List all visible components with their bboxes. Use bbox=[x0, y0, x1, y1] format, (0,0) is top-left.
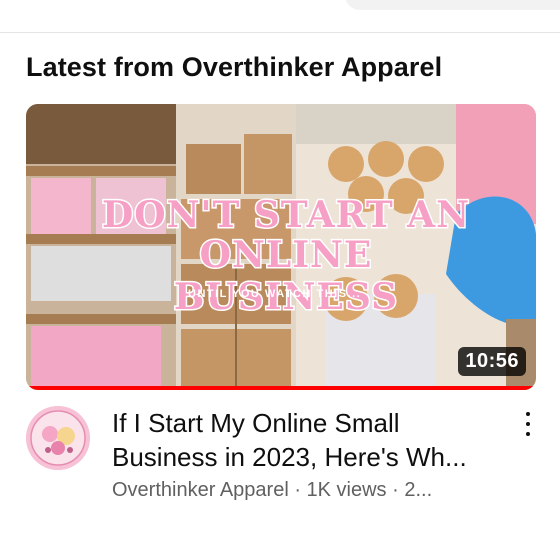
video-title-line1: If I Start My Online Small bbox=[112, 408, 400, 438]
video-thumbnail[interactable]: DON'T START AN ONLINE BUSINESS UNTIL YOU… bbox=[26, 104, 536, 390]
watch-progress-bar bbox=[26, 386, 536, 390]
more-dot bbox=[526, 422, 530, 426]
more-dot bbox=[526, 412, 530, 416]
thumbnail-headline-line1: DON'T START AN bbox=[100, 193, 471, 238]
section-title: Latest from Overthinker Apparel bbox=[26, 52, 443, 82]
more-vert-icon[interactable] bbox=[520, 412, 536, 436]
video-meta: Overthinker Apparel · 1K views · 2... bbox=[112, 479, 433, 501]
channel-avatar[interactable] bbox=[26, 406, 90, 470]
duration-badge: 10:56 bbox=[458, 347, 526, 376]
channel-avatar-image bbox=[26, 406, 90, 470]
watch-progress-fill bbox=[26, 386, 536, 390]
top-bar bbox=[0, 0, 560, 33]
thumbnail-headline-line2: ONLINE BUSINESS bbox=[172, 233, 399, 320]
video-title[interactable]: If I Start My Online Small Business in 2… bbox=[112, 406, 512, 474]
video-title-line2: Business in 2023, Here's Wh... bbox=[112, 442, 467, 472]
thumbnail-subline: UNTIL YOU WATCH THIS... bbox=[188, 288, 362, 300]
search-pill[interactable] bbox=[345, 0, 560, 10]
more-dot bbox=[526, 432, 530, 436]
